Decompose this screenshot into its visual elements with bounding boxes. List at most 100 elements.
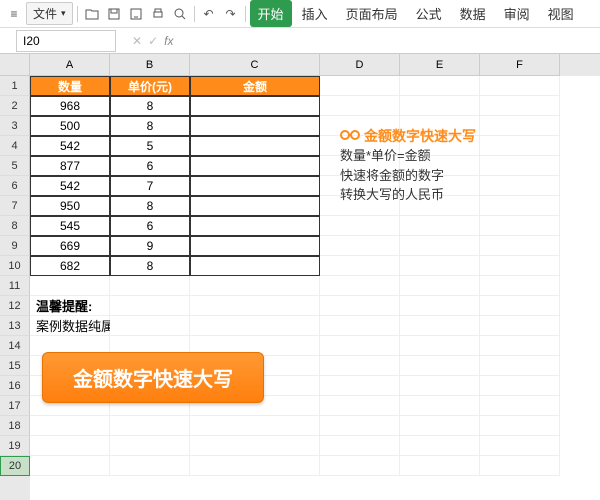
file-menu[interactable]: 文件▾ — [26, 2, 73, 25]
cell[interactable] — [190, 296, 320, 316]
confirm-icon[interactable]: ✓ — [148, 34, 158, 48]
cell[interactable] — [190, 256, 320, 276]
cell[interactable] — [190, 116, 320, 136]
row-header[interactable]: 6 — [0, 176, 30, 196]
cell[interactable] — [400, 96, 480, 116]
cell[interactable] — [190, 276, 320, 296]
row-header[interactable]: 3 — [0, 116, 30, 136]
cell[interactable]: 8 — [110, 96, 190, 116]
cell[interactable]: 545 — [30, 216, 110, 236]
cell[interactable] — [400, 236, 480, 256]
cell[interactable] — [400, 376, 480, 396]
cell[interactable] — [110, 316, 190, 336]
cell[interactable] — [400, 256, 480, 276]
cell[interactable] — [190, 216, 320, 236]
cell[interactable] — [320, 316, 400, 336]
column-header[interactable]: F — [480, 54, 560, 76]
cell[interactable]: 542 — [30, 136, 110, 156]
cell[interactable]: 温馨提醒: — [30, 296, 110, 316]
cell[interactable] — [480, 76, 560, 96]
cell[interactable]: 5 — [110, 136, 190, 156]
cell[interactable] — [400, 316, 480, 336]
cell[interactable]: 968 — [30, 96, 110, 116]
cell[interactable] — [400, 456, 480, 476]
row-header[interactable]: 13 — [0, 316, 30, 336]
cell[interactable] — [110, 456, 190, 476]
cell[interactable] — [480, 136, 560, 156]
cell[interactable]: 877 — [30, 156, 110, 176]
cell[interactable] — [320, 256, 400, 276]
cell[interactable]: 6 — [110, 156, 190, 176]
cell[interactable] — [320, 376, 400, 396]
cell[interactable] — [480, 256, 560, 276]
cell[interactable] — [480, 436, 560, 456]
cell[interactable] — [480, 96, 560, 116]
cell[interactable] — [400, 76, 480, 96]
print-preview-icon[interactable] — [170, 4, 190, 24]
cell[interactable] — [480, 336, 560, 356]
cell[interactable]: 数量 — [30, 76, 110, 96]
save-as-icon[interactable] — [126, 4, 146, 24]
cell[interactable]: 7 — [110, 176, 190, 196]
cell[interactable] — [190, 96, 320, 116]
open-icon[interactable] — [82, 4, 102, 24]
cell[interactable] — [320, 296, 400, 316]
cancel-icon[interactable]: ✕ — [132, 34, 142, 48]
column-header[interactable]: E — [400, 54, 480, 76]
column-header[interactable]: B — [110, 54, 190, 76]
cell[interactable] — [320, 336, 400, 356]
row-header[interactable]: 17 — [0, 396, 30, 416]
cell[interactable] — [190, 416, 320, 436]
cell[interactable] — [30, 456, 110, 476]
cell[interactable] — [320, 236, 400, 256]
cell[interactable]: 单价(元) — [110, 76, 190, 96]
cell[interactable] — [320, 96, 400, 116]
row-header[interactable]: 14 — [0, 336, 30, 356]
cell[interactable] — [400, 336, 480, 356]
cell[interactable] — [320, 456, 400, 476]
cell[interactable] — [30, 436, 110, 456]
row-header[interactable]: 15 — [0, 356, 30, 376]
cell[interactable] — [320, 396, 400, 416]
row-header[interactable]: 18 — [0, 416, 30, 436]
cell[interactable] — [400, 396, 480, 416]
save-icon[interactable] — [104, 4, 124, 24]
cell[interactable] — [400, 356, 480, 376]
cell[interactable] — [30, 416, 110, 436]
cell[interactable] — [190, 436, 320, 456]
row-header[interactable]: 7 — [0, 196, 30, 216]
app-menu-icon[interactable]: ≡ — [4, 4, 24, 24]
row-header[interactable]: 8 — [0, 216, 30, 236]
column-header[interactable]: D — [320, 54, 400, 76]
cell[interactable] — [190, 176, 320, 196]
row-header[interactable]: 16 — [0, 376, 30, 396]
tab-开始[interactable]: 开始 — [250, 0, 292, 27]
cell[interactable] — [480, 296, 560, 316]
column-header[interactable]: C — [190, 54, 320, 76]
cell[interactable] — [400, 436, 480, 456]
row-header[interactable]: 5 — [0, 156, 30, 176]
cell[interactable] — [480, 176, 560, 196]
cells-grid[interactable]: 数量单价(元)金额9688500854258776542795085456669… — [30, 76, 600, 476]
cell[interactable] — [110, 296, 190, 316]
cell[interactable] — [400, 216, 480, 236]
cell[interactable] — [320, 76, 400, 96]
cell[interactable] — [110, 416, 190, 436]
row-header[interactable]: 4 — [0, 136, 30, 156]
row-header[interactable]: 20 — [0, 456, 30, 476]
cell[interactable] — [320, 416, 400, 436]
cell[interactable] — [480, 396, 560, 416]
cell[interactable]: 6 — [110, 216, 190, 236]
print-icon[interactable] — [148, 4, 168, 24]
tab-插入[interactable]: 插入 — [294, 0, 336, 27]
row-header[interactable]: 2 — [0, 96, 30, 116]
cell[interactable] — [480, 456, 560, 476]
row-header[interactable]: 11 — [0, 276, 30, 296]
cell[interactable]: 案例数据纯属虚构，如有雷同纯属巧合 — [30, 316, 110, 336]
cell[interactable] — [190, 196, 320, 216]
cell[interactable] — [480, 416, 560, 436]
cell[interactable] — [480, 316, 560, 336]
cell[interactable] — [190, 236, 320, 256]
row-header[interactable]: 9 — [0, 236, 30, 256]
cell[interactable]: 500 — [30, 116, 110, 136]
